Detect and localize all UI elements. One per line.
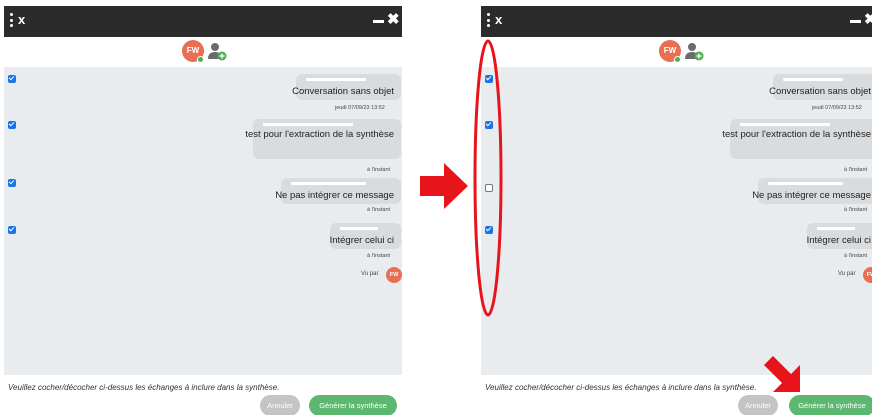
generate-summary-button-label: Générer la synthèse xyxy=(798,401,866,410)
message-timestamp: à l'instant xyxy=(844,253,868,259)
generate-summary-button-label: Générer la synthèse xyxy=(319,401,387,410)
message-text: Intégrer celui ci xyxy=(806,235,871,246)
window-titlebar: x ✖ xyxy=(481,6,872,37)
message-timestamp: à l'instant xyxy=(844,167,868,173)
down-right-arrow-icon xyxy=(764,356,800,392)
minimize-icon[interactable] xyxy=(850,20,861,23)
message-checkbox[interactable] xyxy=(8,226,16,234)
message-timestamp: jeudi 07/09/23 13:52 xyxy=(812,105,862,111)
avatar-initials: FW xyxy=(663,46,677,55)
message-bubble: Ne pas intégrer ce message xyxy=(752,178,872,204)
drag-handle-icon[interactable] xyxy=(10,13,13,27)
avatar[interactable]: FW xyxy=(659,40,681,63)
participants-bar: FW xyxy=(481,37,872,67)
message-text: Ne pas intégrer ce message xyxy=(275,190,394,201)
seen-by-label: Vu par xyxy=(838,271,856,277)
generate-summary-button[interactable]: Générer la synthèse xyxy=(789,395,872,415)
message-list: Conversation sans objet jeudi 07/09/23 1… xyxy=(4,67,402,375)
generate-summary-button[interactable]: Générer la synthèse xyxy=(309,395,397,415)
seen-by-label: Vu par xyxy=(361,271,379,277)
message-list: Conversation sans objet jeudi 07/09/23 1… xyxy=(481,67,872,375)
instruction-text: Veuillez cocher/décocher ci-dessus les é… xyxy=(485,383,757,392)
message-bubble: Conversation sans objet xyxy=(292,74,401,100)
window-title: x xyxy=(495,12,503,27)
window-titlebar: x ✖ xyxy=(4,6,402,37)
highlight-oval xyxy=(473,39,503,317)
seen-by-initials: FW xyxy=(389,272,399,278)
message-text: Conversation sans objet xyxy=(292,86,394,97)
message-bubble: Ne pas intégrer ce message xyxy=(275,178,401,204)
message-bubble: Intégrer celui ci xyxy=(330,223,401,249)
seen-by-avatar: FW xyxy=(386,267,402,283)
message-bubble: test pour l'extraction de la synthèse xyxy=(245,119,401,159)
message-text: test pour l'extraction de la synthèse xyxy=(722,129,871,140)
redacted-sender xyxy=(783,78,843,81)
drag-handle-icon[interactable] xyxy=(487,13,490,27)
close-icon[interactable]: ✖ xyxy=(387,12,400,27)
cancel-button-label: Annuler xyxy=(745,401,771,410)
redacted-sender xyxy=(740,123,830,126)
right-arrow-icon xyxy=(420,163,468,209)
message-text: Ne pas intégrer ce message xyxy=(752,190,871,201)
window-title: x xyxy=(18,12,26,27)
message-text: Intégrer celui ci xyxy=(329,235,394,246)
online-status-icon xyxy=(674,56,681,63)
message-checkbox[interactable] xyxy=(8,75,16,83)
add-participant-icon[interactable] xyxy=(207,42,227,62)
chat-window-after: x ✖ FW Conversation sans objet jeudi 07/… xyxy=(481,6,872,415)
message-bubble: test pour l'extraction de la synthèse xyxy=(722,119,872,159)
redacted-sender xyxy=(306,78,366,81)
avatar[interactable]: FW xyxy=(182,40,204,63)
message-timestamp: à l'instant xyxy=(367,207,391,213)
avatar-initials: FW xyxy=(186,46,200,55)
chat-window-before: x ✖ FW Conversation sans objet jeudi 07/… xyxy=(4,6,402,415)
cancel-button[interactable]: Annuler xyxy=(260,395,300,415)
redacted-sender xyxy=(817,227,855,230)
seen-by-initials: FW xyxy=(866,272,872,278)
minimize-icon[interactable] xyxy=(373,20,384,23)
message-bubble: Conversation sans objet xyxy=(769,74,872,100)
message-text: test pour l'extraction de la synthèse xyxy=(245,129,394,140)
close-icon[interactable]: ✖ xyxy=(864,12,872,27)
message-checkbox[interactable] xyxy=(8,121,16,129)
message-text: Conversation sans objet xyxy=(769,86,871,97)
seen-by-avatar: FW xyxy=(863,267,872,283)
message-timestamp: à l'instant xyxy=(367,167,391,173)
message-checkbox[interactable] xyxy=(8,179,16,187)
cancel-button-label: Annuler xyxy=(267,401,293,410)
online-status-icon xyxy=(197,56,204,63)
instruction-text: Veuillez cocher/décocher ci-dessus les é… xyxy=(8,383,280,392)
message-timestamp: à l'instant xyxy=(844,207,868,213)
redacted-sender xyxy=(291,182,366,185)
redacted-sender xyxy=(768,182,843,185)
message-bubble: Intégrer celui ci xyxy=(807,223,872,249)
add-participant-icon[interactable] xyxy=(684,42,704,62)
message-timestamp: à l'instant xyxy=(367,253,391,259)
participants-bar: FW xyxy=(4,37,402,67)
message-timestamp: jeudi 07/09/23 13:52 xyxy=(335,105,385,111)
redacted-sender xyxy=(340,227,378,230)
redacted-sender xyxy=(263,123,353,126)
cancel-button[interactable]: Annuler xyxy=(738,395,778,415)
